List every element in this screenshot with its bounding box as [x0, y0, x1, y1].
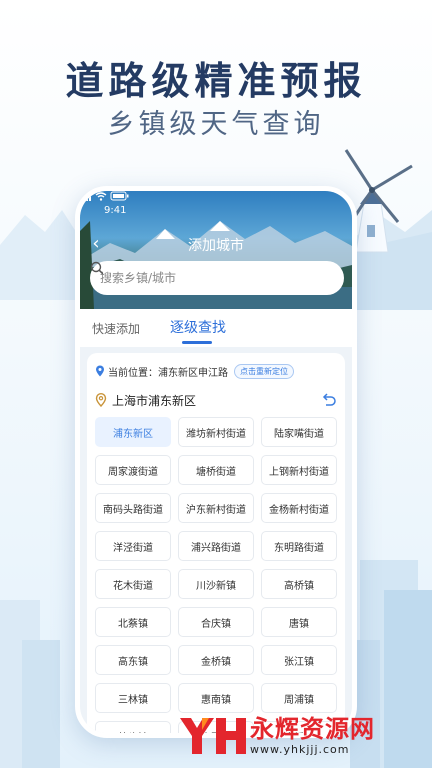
- current-location-row: 当前位置：浦东新区申江路 点击重新定位: [95, 361, 337, 381]
- street-option[interactable]: 三林镇: [95, 683, 171, 713]
- street-option[interactable]: 周浦镇: [261, 683, 337, 713]
- search-icon: [90, 261, 104, 275]
- street-option[interactable]: 上钢新村街道: [261, 455, 337, 485]
- promo-subline: 乡镇级天气查询: [107, 109, 325, 140]
- district-pin-icon: [95, 393, 107, 407]
- street-option[interactable]: 航头镇: [95, 721, 171, 733]
- street-option[interactable]: 合庆镇: [178, 607, 254, 637]
- status-icons: [80, 191, 129, 201]
- street-option[interactable]: 浦东新区: [95, 417, 171, 447]
- status-time: 9:41: [104, 205, 127, 216]
- tab-quick-add[interactable]: 快速添加: [80, 320, 140, 347]
- phone-frame: 9:41 ‹ 添加城市 快速添加 逐级查找 当前位置：浦东新: [75, 186, 357, 738]
- street-option[interactable]: 洋泾街道: [95, 531, 171, 561]
- street-option[interactable]: 北蔡镇: [95, 607, 171, 637]
- search-input[interactable]: [100, 271, 300, 285]
- street-option[interactable]: 张江镇: [261, 645, 337, 675]
- district-name: 上海市浦东新区: [112, 393, 197, 408]
- tab-step-search[interactable]: 逐级查找: [140, 317, 226, 347]
- street-option[interactable]: 唐镇: [261, 607, 337, 637]
- street-option[interactable]: 南码头路街道: [95, 493, 171, 523]
- header-banner: 9:41 ‹ 添加城市: [80, 191, 352, 309]
- watermark: 永辉资源网 www.yhkjjj.com: [176, 712, 375, 758]
- street-option[interactable]: 金桥镇: [178, 645, 254, 675]
- current-location-label: 当前位置：浦东新区申江路: [108, 367, 228, 379]
- street-option[interactable]: 沪东新村街道: [178, 493, 254, 523]
- page-title: 添加城市: [188, 238, 244, 254]
- watermark-url: www.yhkjjj.com: [250, 742, 350, 756]
- promo-headline: 道路级精准预报: [65, 59, 367, 103]
- search-bar[interactable]: [90, 261, 344, 295]
- street-grid: 浦东新区 潍坊新村街道 陆家嘴街道周家渡街道 塘桥街道 上钢新村街道南码头路街道 沪东新村…: [95, 417, 337, 733]
- region-card: 当前位置：浦东新区申江路 点击重新定位 上海市浦东新区 浦东新区 潍坊新村街道 陆家…: [87, 353, 345, 733]
- street-option[interactable]: 东明路街道: [261, 531, 337, 561]
- street-option[interactable]: 惠南镇: [178, 683, 254, 713]
- watermark-name: 永辉资源网: [250, 714, 375, 743]
- battery-icon: [110, 191, 129, 201]
- signal-icon: [80, 191, 91, 201]
- street-option[interactable]: 陆家嘴街道: [261, 417, 337, 447]
- street-option[interactable]: 周家渡街道: [95, 455, 171, 485]
- street-option[interactable]: 花木街道: [95, 569, 171, 599]
- tab-bar: 快速添加 逐级查找: [80, 309, 352, 347]
- undo-icon[interactable]: [321, 393, 337, 407]
- content-panel: 当前位置：浦东新区申江路 点击重新定位 上海市浦东新区 浦东新区 潍坊新村街道 陆家…: [80, 347, 352, 733]
- watermark-logo-icon: [180, 718, 246, 754]
- relocate-button[interactable]: 点击重新定位: [234, 363, 294, 379]
- street-option[interactable]: 金杨新村街道: [261, 493, 337, 523]
- street-option[interactable]: 潍坊新村街道: [178, 417, 254, 447]
- street-option[interactable]: 川沙新镇: [178, 569, 254, 599]
- street-option[interactable]: 塘桥街道: [178, 455, 254, 485]
- wifi-icon: [95, 192, 107, 201]
- location-pin-icon: [96, 365, 104, 377]
- street-option[interactable]: 高桥镇: [261, 569, 337, 599]
- street-option[interactable]: 浦兴路街道: [178, 531, 254, 561]
- street-option[interactable]: 高东镇: [95, 645, 171, 675]
- district-row: 上海市浦东新区: [95, 385, 337, 415]
